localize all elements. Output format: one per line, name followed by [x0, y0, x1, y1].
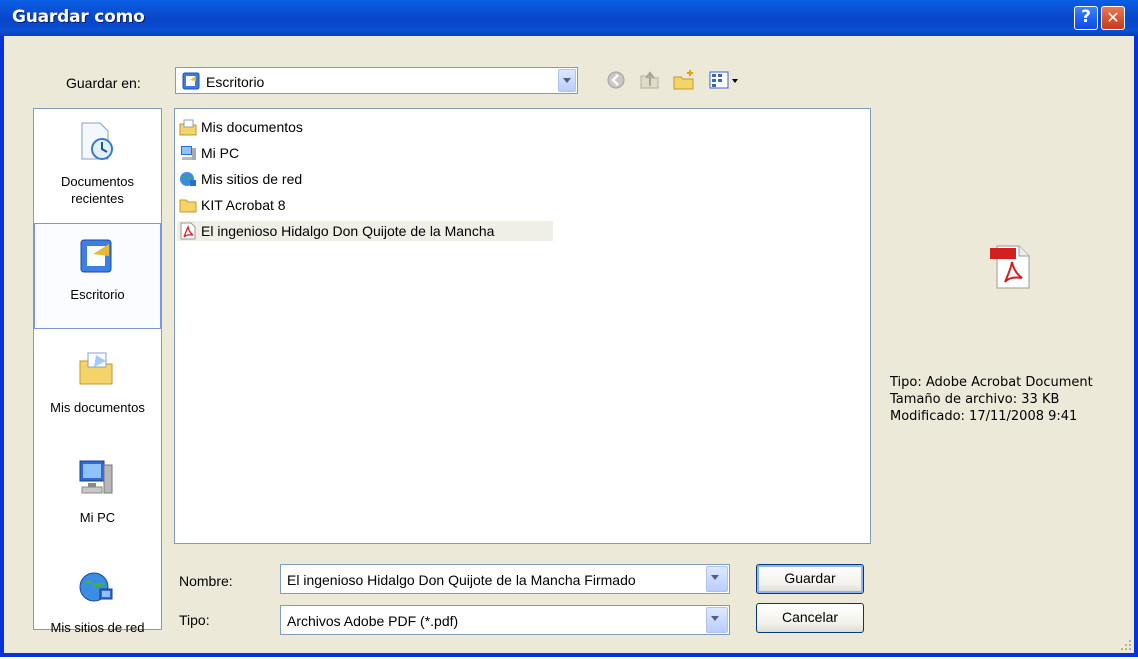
chevron-down-icon[interactable]	[706, 566, 728, 592]
file-name: Mis sitios de red	[201, 171, 303, 187]
network-places-icon	[76, 567, 116, 607]
resize-grip[interactable]	[1118, 637, 1132, 651]
view-menu-icon[interactable]	[708, 68, 742, 92]
my-computer-icon	[76, 457, 116, 497]
place-recent-documents[interactable]: Documentos recientes	[34, 109, 161, 213]
file-type-value: Archivos Adobe PDF (*.pdf)	[287, 613, 459, 629]
cancel-button[interactable]: Cancelar	[756, 603, 864, 633]
title-bar[interactable]: Guardar como ? ✕	[0, 0, 1138, 36]
places-bar: Documentos recientes Escritorio Mis docu…	[33, 108, 162, 635]
chevron-down-icon[interactable]	[558, 69, 576, 92]
file-modified-info: Modificado: 17/11/2008 9:41	[890, 409, 1078, 424]
place-network-places[interactable]: Mis sitios de red	[34, 555, 161, 659]
save-in-value: Escritorio	[206, 74, 265, 90]
desktop-icon	[77, 236, 117, 276]
place-label: Mis sitios de red	[50, 620, 145, 635]
place-label: Mi PC	[79, 510, 116, 525]
file-type-combo[interactable]: Archivos Adobe PDF (*.pdf)	[280, 605, 730, 635]
back-icon[interactable]	[604, 68, 628, 92]
save-in-combo[interactable]: Escritorio	[175, 67, 578, 94]
place-label: Escritorio	[70, 287, 125, 302]
place-desktop[interactable]: Escritorio	[34, 223, 161, 329]
my-computer-icon	[179, 144, 197, 162]
recent-documents-icon	[76, 121, 116, 161]
new-folder-icon[interactable]	[672, 68, 696, 92]
pdf-file-icon	[179, 222, 197, 240]
network-places-icon	[179, 170, 197, 188]
save-as-dialog: Guardar como ? ✕ Guardar en: Escritorio …	[0, 0, 1138, 657]
my-documents-icon	[179, 118, 197, 136]
place-my-computer[interactable]: Mi PC	[34, 445, 161, 549]
file-name: Mi PC	[201, 145, 240, 161]
save-in-label: Guardar en:	[66, 75, 141, 91]
chevron-down-icon[interactable]	[706, 607, 728, 633]
desktop-icon	[182, 72, 200, 90]
file-type-info: Tipo: Adobe Acrobat Document	[890, 375, 1093, 390]
type-label: Tipo:	[179, 612, 210, 628]
place-label: Documentos recientes	[61, 174, 134, 206]
file-list[interactable]: Mis documentos Mi PC Mis sitios de red K…	[174, 108, 871, 544]
file-name-input[interactable]: El ingenioso Hidalgo Don Quijote de la M…	[287, 572, 636, 588]
my-documents-icon	[76, 347, 116, 387]
pdf-file-icon	[987, 242, 1037, 292]
help-button[interactable]: ?	[1074, 6, 1098, 30]
file-name: Mis documentos	[201, 119, 303, 135]
file-name: KIT Acrobat 8	[201, 197, 286, 213]
list-item[interactable]: El ingenioso Hidalgo Don Quijote de la M…	[177, 221, 553, 241]
dialog-title: Guardar como	[12, 7, 145, 27]
save-button[interactable]: Guardar	[756, 564, 864, 594]
place-my-documents[interactable]: Mis documentos	[34, 335, 161, 439]
file-name-combo[interactable]: El ingenioso Hidalgo Don Quijote de la M…	[280, 564, 730, 594]
name-label: Nombre:	[179, 573, 233, 589]
place-label: Mis documentos	[50, 400, 145, 415]
folder-icon	[179, 196, 197, 214]
up-folder-icon[interactable]	[638, 68, 662, 92]
file-info: Tipo: Adobe Acrobat Document Tamaño de a…	[890, 374, 1093, 425]
close-button[interactable]: ✕	[1101, 6, 1125, 30]
file-size-info: Tamaño de archivo: 33 KB	[890, 392, 1060, 407]
file-name: El ingenioso Hidalgo Don Quijote de la M…	[201, 223, 495, 239]
